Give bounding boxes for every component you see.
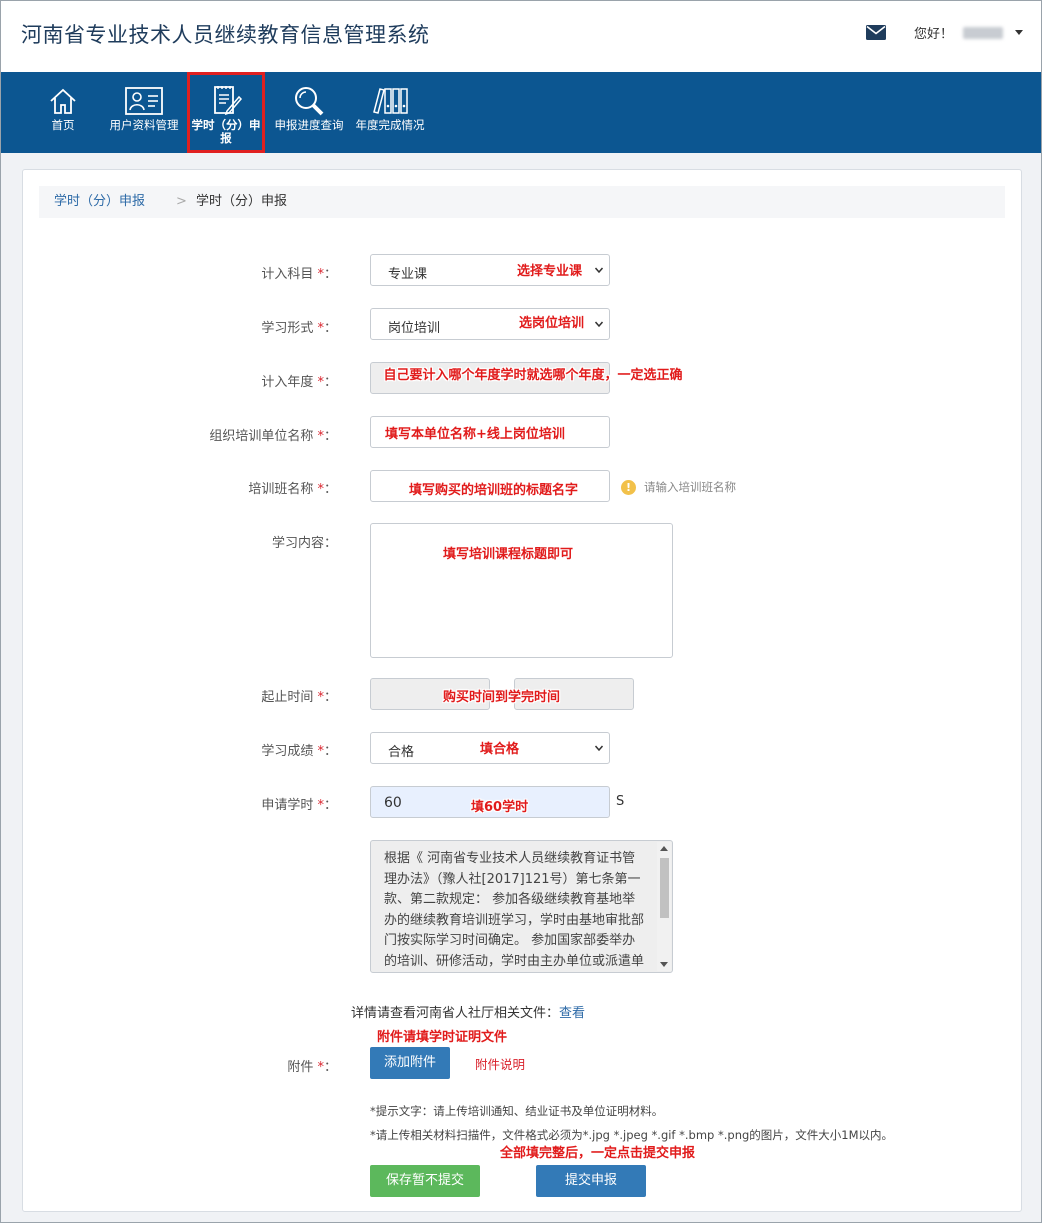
attachment-note-link[interactable]: 附件说明 — [475, 1054, 525, 1073]
chevron-down-icon — [595, 321, 603, 328]
hours-label: 申请学时 *： — [261, 798, 337, 813]
app-title: 河南省专业技术人员继续教育信息管理系统 — [21, 23, 430, 47]
annotation-year: 自己要计入哪个年度学时就选哪个年度，一定选正确 — [383, 368, 683, 383]
home-icon — [50, 88, 76, 114]
document-edit-icon — [214, 86, 243, 116]
nav-item-annual-completion[interactable]: 年度完成情况 — [351, 72, 429, 153]
details-text: 详情请查看河南省人社厅相关文件： — [351, 1006, 560, 1021]
save-draft-button[interactable]: 保存暂不提交 — [370, 1165, 480, 1197]
study-form-label: 学习形式 *： — [261, 321, 337, 336]
annotation-study-form: 选岗位培训 — [519, 316, 585, 331]
annotation-subject: 选择专业课 — [517, 264, 583, 279]
nav-item-progress-query[interactable]: 申报进度查询 — [270, 72, 348, 153]
scroll-thumb[interactable] — [660, 858, 669, 918]
user-area[interactable]: 您好！ — [865, 23, 1023, 42]
subject-value: 专业课 — [388, 267, 428, 282]
breadcrumb-current: 学时（分）申报 — [196, 194, 288, 209]
annotation-hours: 填60学时 — [471, 800, 529, 815]
details-line: 详情请查看河南省人社厅相关文件：查看 — [351, 1002, 585, 1021]
annotation-class: 填写购买的培训班的标题名字 — [409, 483, 579, 498]
breadcrumb-parent-link[interactable]: 学时（分）申报 — [54, 186, 145, 218]
upload-tip-2: *请上传相关材料扫描件，文件格式必须为*.jpg *.jpeg *.gif *.… — [370, 1128, 894, 1142]
magnifier-icon — [295, 87, 324, 116]
nav-item-user-profile[interactable]: 用户资料管理 — [105, 72, 183, 153]
class-hint-text: 请输入培训班名称 — [644, 480, 736, 494]
study-form-value: 岗位培训 — [388, 321, 441, 336]
policy-scrollbar[interactable] — [657, 842, 671, 971]
chevron-down-icon — [595, 745, 603, 752]
hours-value: 60 — [384, 795, 402, 811]
greeting-text: 您好！ — [913, 27, 953, 42]
details-link[interactable]: 查看 — [559, 1006, 585, 1021]
hours-unit: S — [616, 794, 625, 809]
annotation-content: 填写培训课程标题即可 — [443, 547, 574, 562]
page: 河南省专业技术人员继续教育信息管理系统 您好！ 首页 用户资料管理 学时（分）申… — [0, 0, 1042, 1223]
annotation-score: 填合格 — [480, 742, 520, 757]
user-card-icon — [125, 87, 163, 115]
scroll-down-arrow-icon[interactable] — [660, 962, 668, 967]
attach-label: 附件 *： — [287, 1060, 337, 1075]
score-value: 合格 — [388, 745, 415, 760]
chevron-down-icon[interactable] — [1015, 30, 1023, 35]
chevron-down-icon — [595, 267, 603, 274]
nav-label: 申报进度查询 — [274, 118, 344, 132]
score-label: 学习成绩 *： — [261, 744, 337, 759]
add-attachment-button[interactable]: 添加附件 — [370, 1047, 450, 1079]
nav-label: 用户资料管理 — [109, 118, 179, 132]
main-nav: 首页 用户资料管理 学时（分）申报 申报进度查询 年度完成情况 — [1, 72, 1041, 153]
annotation-attach: 附件请填学时证明文件 — [377, 1030, 508, 1045]
annotation-period: 购买时间到学完时间 — [443, 690, 561, 705]
submit-button[interactable]: 提交申报 — [536, 1165, 646, 1197]
annotation-org: 填写本单位名称+线上岗位培训 — [385, 427, 565, 442]
nav-item-home[interactable]: 首页 — [39, 72, 87, 153]
subject-label: 计入科目 *： — [261, 267, 337, 282]
nav-label: 首页 — [51, 118, 75, 132]
content-label: 学习内容： — [271, 536, 337, 551]
declare-form-panel: 学时（分）申报 > 学时（分）申报 计入科目 *： 专业课 选择专业课 学习形式… — [22, 169, 1022, 1212]
nav-label: 年度完成情况 — [355, 118, 425, 132]
upload-tip-1: *提示文字：请上传培训通知、结业证书及单位证明材料。 — [370, 1104, 664, 1118]
blurred-username — [963, 26, 1003, 39]
binders-icon — [373, 88, 408, 114]
breadcrumb: 学时（分）申报 > 学时（分）申报 — [39, 186, 1005, 218]
period-label: 起止时间 *： — [261, 690, 337, 705]
warning-icon: ! — [621, 479, 636, 495]
nav-label: 学时（分）申报 — [191, 118, 261, 145]
nav-item-hours-declare[interactable]: 学时（分）申报 — [187, 72, 265, 153]
mail-icon[interactable] — [865, 25, 886, 40]
breadcrumb-separator: > — [176, 194, 187, 209]
class-hint: ! 请输入培训班名称 — [621, 479, 736, 495]
org-label: 组织培训单位名称 *： — [209, 429, 337, 444]
class-label: 培训班名称 *： — [248, 482, 337, 497]
scroll-up-arrow-icon[interactable] — [660, 846, 668, 851]
year-label: 计入年度 *： — [261, 375, 337, 390]
policy-textarea[interactable]: 根据《 河南省专业技术人员继续教育证书管理办法》（豫人社[2017]121号）第… — [370, 840, 673, 973]
annotation-submit: 全部填完整后，一定点击提交申报 — [500, 1146, 696, 1161]
policy-text: 根据《 河南省专业技术人员继续教育证书管理办法》（豫人社[2017]121号）第… — [384, 851, 645, 969]
top-header: 河南省专业技术人员继续教育信息管理系统 您好！ — [1, 1, 1041, 72]
